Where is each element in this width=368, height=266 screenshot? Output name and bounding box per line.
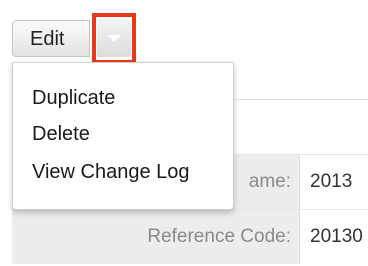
dropdown-toggle-face[interactable] xyxy=(97,20,131,57)
field-value-name[interactable]: 2013 xyxy=(310,155,368,209)
field-label-reference-code: Reference Code: xyxy=(147,226,291,247)
field-value-reference-code[interactable]: 20130 xyxy=(310,210,368,264)
actions-dropdown-toggle[interactable] xyxy=(92,13,136,64)
edit-button[interactable]: Edit xyxy=(12,20,90,57)
menu-item-duplicate[interactable]: Duplicate xyxy=(32,87,115,110)
field-label-name: ame: xyxy=(248,171,291,192)
menu-item-delete[interactable]: Delete xyxy=(32,123,90,146)
field-row-reference-code: Reference Code: 20130 xyxy=(12,209,368,264)
menu-item-view-change-log[interactable]: View Change Log xyxy=(32,161,190,184)
actions-dropdown-menu: Duplicate Delete View Change Log xyxy=(12,62,234,210)
chevron-down-icon xyxy=(107,35,121,42)
field-label-cell: Reference Code: xyxy=(12,210,300,264)
